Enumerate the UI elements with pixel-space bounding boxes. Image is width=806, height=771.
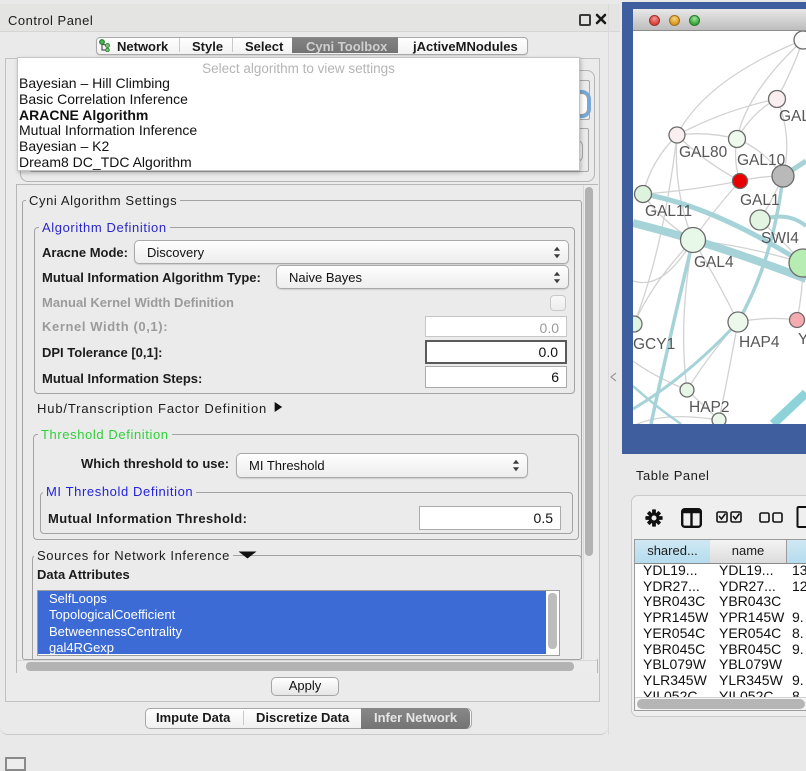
- svg-text:SWI4: SWI4: [761, 230, 799, 247]
- svg-text:HAP4: HAP4: [739, 334, 780, 351]
- svg-text:GAL11: GAL11: [645, 203, 692, 220]
- svg-text:GAL: GAL: [779, 108, 806, 125]
- svg-text:GAL10: GAL10: [737, 152, 786, 169]
- svg-text:GAL80: GAL80: [679, 144, 728, 161]
- svg-text:GAL1: GAL1: [740, 192, 780, 209]
- svg-text:Y: Y: [798, 331, 806, 348]
- svg-text:GCY1: GCY1: [633, 336, 675, 353]
- svg-text:GAL4: GAL4: [694, 254, 734, 271]
- svg-text:HAP2: HAP2: [689, 399, 730, 416]
